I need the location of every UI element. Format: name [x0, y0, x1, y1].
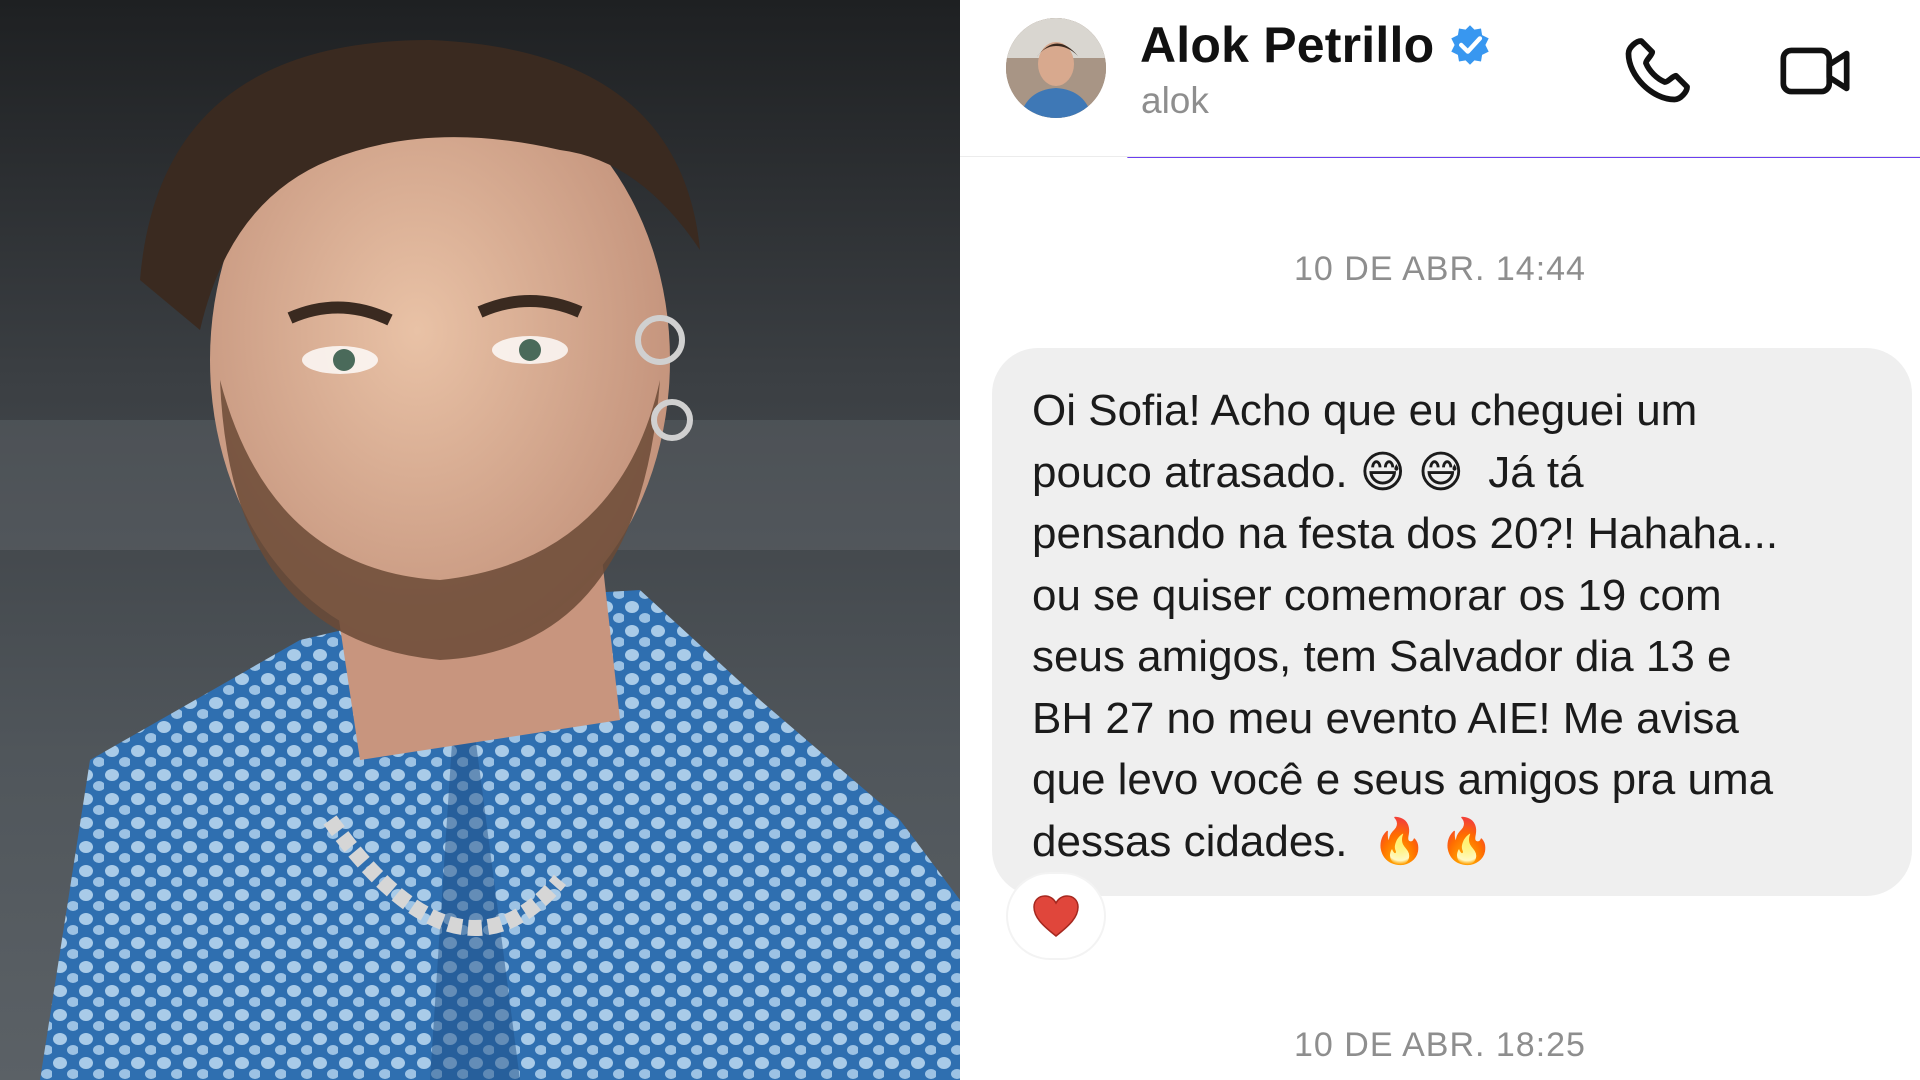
- message-reaction[interactable]: [1008, 874, 1104, 958]
- avatar[interactable]: [1006, 18, 1106, 118]
- message-list: 10 DE ABR. 14:44 Oi Sofia! Acho que eu c…: [960, 158, 1920, 1080]
- contact-name[interactable]: Alok Petrillo: [1140, 16, 1434, 74]
- screenshot-root: Alok Petrillo alok 10 DE ABR. 14:44 Oi S…: [0, 0, 1920, 1080]
- contact-name-row: Alok Petrillo: [1140, 14, 1492, 76]
- call-button[interactable]: [1616, 30, 1698, 112]
- chat-header: Alok Petrillo alok: [960, 0, 1920, 157]
- received-message-bubble[interactable]: Oi Sofia! Acho que eu cheguei um pouco a…: [992, 348, 1912, 896]
- video-camera-icon: [1780, 47, 1850, 95]
- message-text: Oi Sofia! Acho que eu cheguei um pouco a…: [1032, 386, 1779, 866]
- message-timestamp: 10 DE ABR. 14:44: [1294, 250, 1586, 288]
- heart-icon: [1033, 895, 1079, 937]
- phone-icon: [1625, 38, 1690, 103]
- contact-handle: alok: [1141, 80, 1209, 121]
- portrait-photo: [0, 0, 960, 1080]
- next-message-timestamp: 10 DE ABR. 18:25: [1294, 1026, 1586, 1064]
- video-call-button[interactable]: [1774, 30, 1856, 112]
- chat-panel: Alok Petrillo alok 10 DE ABR. 14:44 Oi S…: [960, 0, 1920, 1080]
- verified-badge-icon: [1451, 25, 1490, 65]
